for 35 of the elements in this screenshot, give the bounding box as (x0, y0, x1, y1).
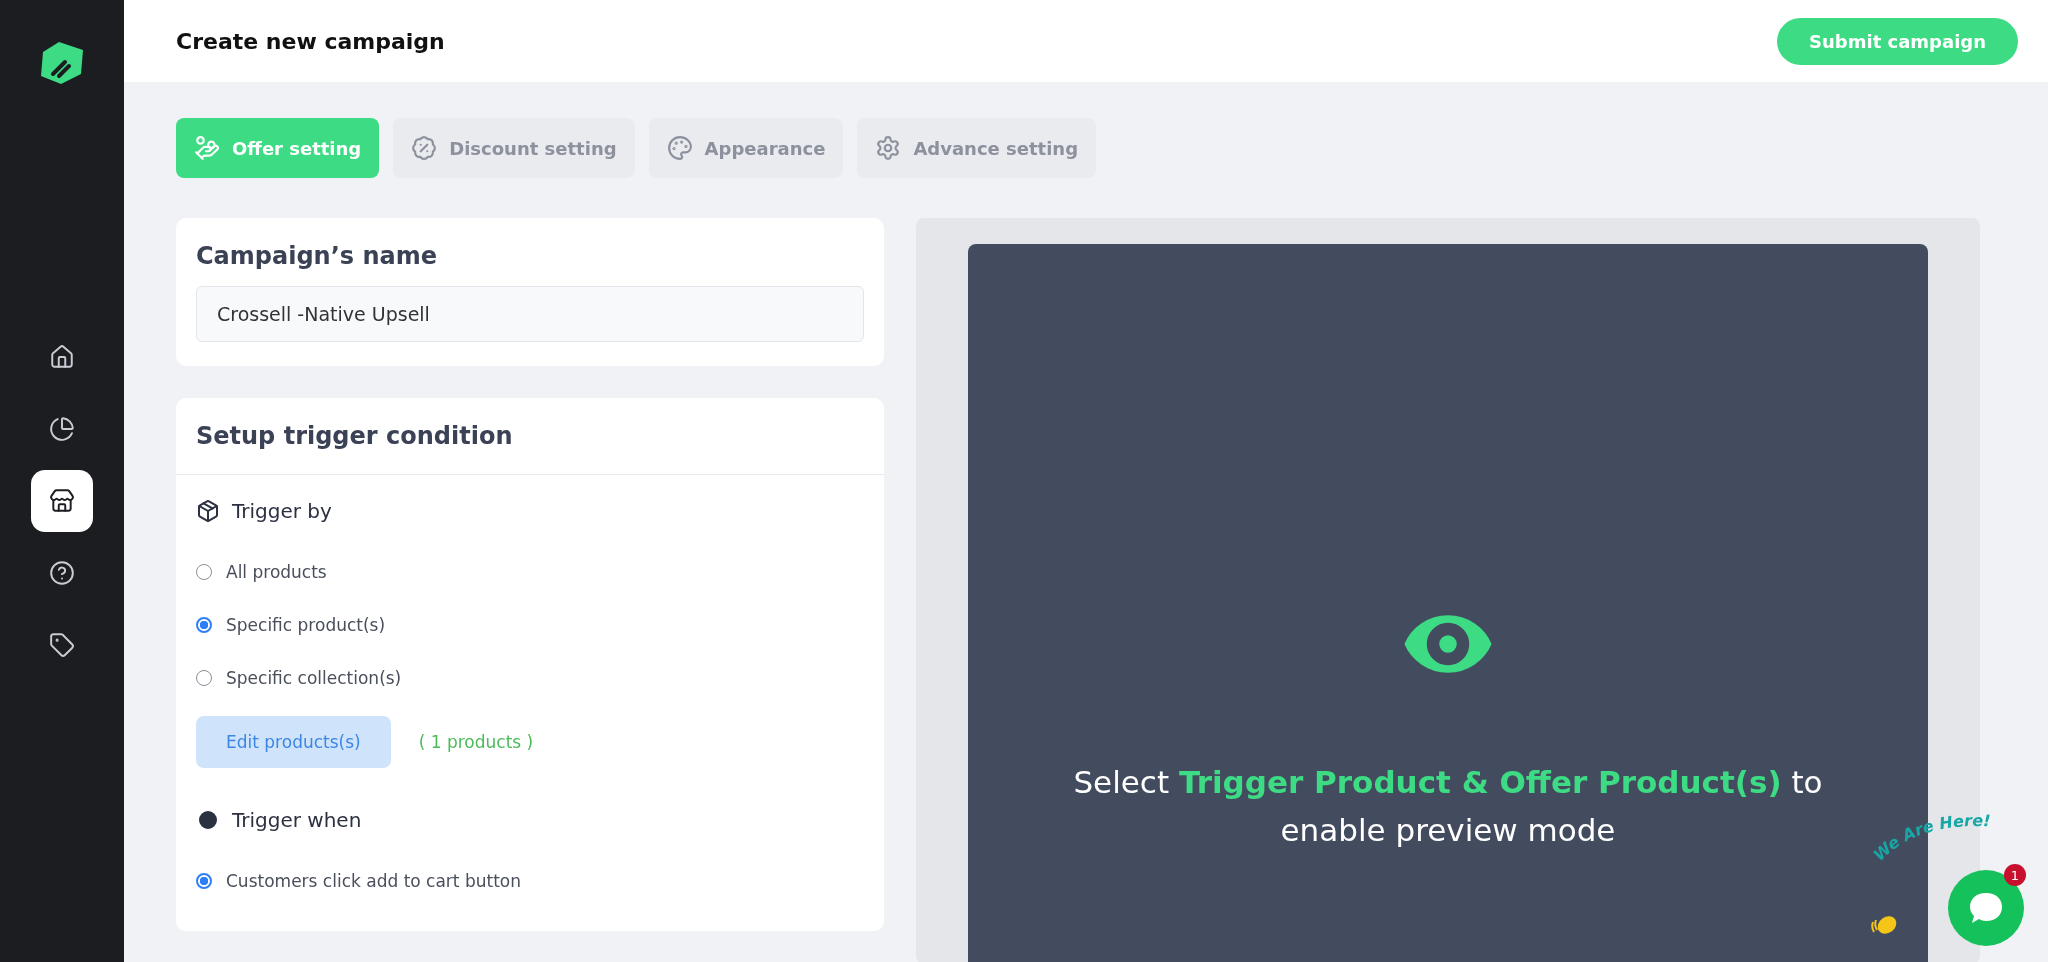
palette-icon (666, 135, 693, 161)
radio-button[interactable] (196, 669, 212, 686)
notification-badge: 1 (2004, 864, 2026, 886)
radio-button[interactable] (196, 563, 212, 580)
logo-icon (39, 40, 85, 86)
tag-icon (49, 632, 75, 658)
submit-button[interactable]: Submit campaign (1777, 17, 2018, 65)
campaign-name-field[interactable]: Crossell -Native Upsell (196, 286, 864, 342)
hand-coins-icon (194, 135, 220, 161)
help-icon (49, 560, 75, 586)
radio-button[interactable] (196, 616, 212, 633)
settings-icon (875, 135, 902, 161)
subsection-label: Trigger by (232, 499, 332, 523)
radio-label: Specific collection(s) (226, 667, 402, 688)
radio-button[interactable] (196, 872, 212, 889)
pie-chart-icon (49, 416, 75, 442)
preview-message: Select Trigger Product & Offer Product(s) to enable preview mode (1072, 763, 1824, 851)
sidebar-item[interactable] (31, 470, 93, 532)
section-title: Campaign’s name (196, 242, 438, 270)
tab[interactable]: Advance setting (857, 118, 1097, 178)
product-count: ( 1 products ) (418, 732, 534, 752)
tab[interactable]: Appearance (648, 118, 844, 178)
radio-label: Customers click add to cart button (226, 870, 521, 891)
subsection-label: Trigger when (232, 808, 362, 832)
radio-label: Specific product(s) (226, 614, 386, 635)
radio-label: All products (226, 561, 327, 582)
home-icon (49, 344, 75, 370)
store-icon (49, 488, 75, 514)
page-title: Create new campaign (176, 28, 445, 54)
percent-badge-icon (411, 135, 438, 161)
edit-products-button[interactable]: Edit products(s) (196, 716, 391, 768)
section-title: Setup trigger condition (196, 422, 514, 450)
tab[interactable]: Offer setting (176, 118, 380, 178)
tab[interactable]: Discount setting (393, 118, 635, 178)
box-icon (196, 499, 220, 523)
